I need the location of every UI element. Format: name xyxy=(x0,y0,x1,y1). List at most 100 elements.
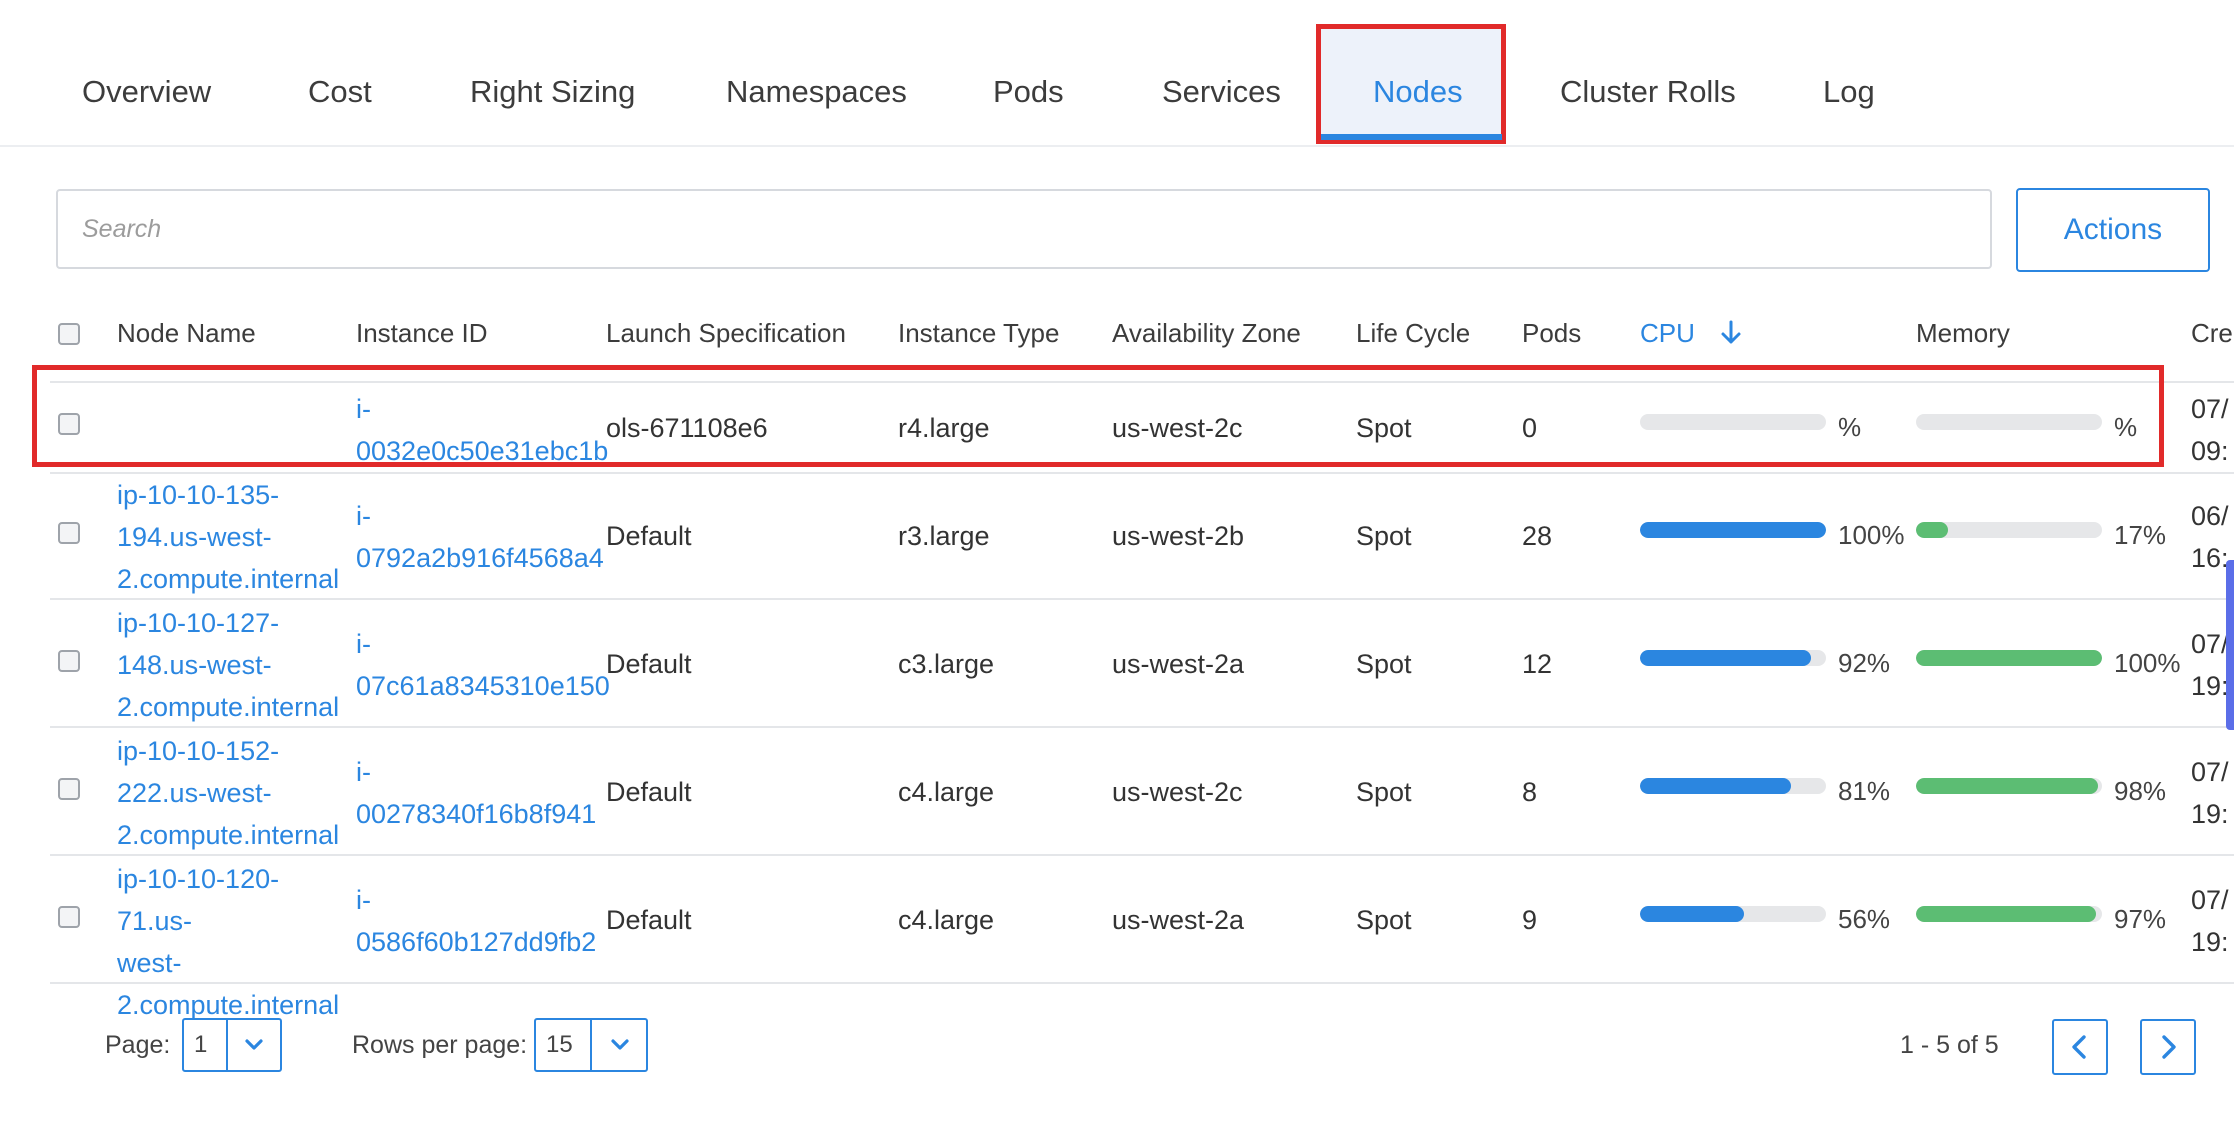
column-header-pods[interactable]: Pods xyxy=(1522,318,1581,349)
column-header-availability-zone[interactable]: Availability Zone xyxy=(1112,318,1301,349)
instance-type-cell: c4.large xyxy=(898,905,995,935)
tab-cluster-rolls[interactable]: Cluster Rolls xyxy=(1560,52,1736,132)
life-cycle-cell: Spot xyxy=(1356,905,1412,935)
pagination-range: 1 - 5 of 5 xyxy=(1900,1031,1999,1059)
page-select[interactable]: 1 xyxy=(182,1018,282,1072)
rows-per-page-select[interactable]: 15 xyxy=(534,1018,648,1072)
memory-percent: 17% xyxy=(2114,520,2167,550)
cpu-percent: 56% xyxy=(1838,904,1891,934)
node-name-link[interactable]: ip-10-10-152- 222.us-west- 2.compute.int… xyxy=(117,730,349,856)
previous-page-button[interactable] xyxy=(2052,1019,2108,1075)
column-header-created[interactable]: Cre xyxy=(2191,318,2233,349)
pods-cell: 28 xyxy=(1522,521,1553,551)
column-header-launch-spec[interactable]: Launch Specification xyxy=(606,318,846,349)
row-divider xyxy=(50,726,2234,728)
created-cell: 07/ 19: xyxy=(2191,757,2229,829)
tab-log[interactable]: Log xyxy=(1823,52,1875,132)
launch-spec-cell: Default xyxy=(606,905,692,935)
table-row[interactable]: ip-10-10-120-71.us- west- 2.compute.inte… xyxy=(0,858,2234,1020)
rows-per-page-label: Rows per page: xyxy=(352,1031,528,1059)
cpu-percent: 100% xyxy=(1838,520,1905,550)
actions-button[interactable]: Actions xyxy=(2016,188,2210,272)
page-label: Page: xyxy=(105,1031,171,1059)
table-row[interactable]: ip-10-10-135- 194.us-west- 2.compute.int… xyxy=(0,474,2234,600)
row-checkbox[interactable] xyxy=(58,906,80,928)
zone-cell: us-west-2a xyxy=(1112,649,1245,679)
memory-bar xyxy=(1916,650,2102,666)
instance-type-cell: c4.large xyxy=(898,777,995,807)
pods-cell: 8 xyxy=(1522,777,1538,807)
row-divider xyxy=(50,598,2234,600)
scrollbar-thumb[interactable] xyxy=(2226,560,2234,730)
row-divider xyxy=(50,982,2234,984)
tab-services[interactable]: Services xyxy=(1162,52,1281,132)
life-cycle-cell: Spot xyxy=(1356,649,1412,679)
column-header-cpu[interactable]: CPU xyxy=(1640,318,1742,349)
chevron-down-icon xyxy=(608,1020,632,1091)
life-cycle-cell: Spot xyxy=(1356,521,1412,551)
instance-type-cell: r3.large xyxy=(898,521,990,551)
instance-id-link[interactable]: i- 07c61a8345310e150 xyxy=(356,623,610,707)
created-cell: 07/ 09: xyxy=(2191,394,2229,466)
tab-nodes[interactable]: Nodes xyxy=(1373,52,1463,132)
active-tab-underline xyxy=(1321,134,1502,140)
cpu-percent: 81% xyxy=(1838,776,1891,806)
cpu-bar xyxy=(1640,778,1826,794)
cpu-bar xyxy=(1640,650,1826,666)
tab-overview[interactable]: Overview xyxy=(82,52,211,132)
select-all-checkbox[interactable] xyxy=(58,323,80,345)
node-name-link[interactable]: ip-10-10-135- 194.us-west- 2.compute.int… xyxy=(117,474,349,600)
column-header-life-cycle[interactable]: Life Cycle xyxy=(1356,318,1470,349)
created-cell: 07/ 19: xyxy=(2191,629,2229,701)
page-select-value: 1 xyxy=(194,1031,208,1058)
instance-type-cell: c3.large xyxy=(898,649,995,679)
next-page-button[interactable] xyxy=(2140,1019,2196,1075)
chevron-right-icon xyxy=(2162,1035,2176,1059)
column-header-instance-id[interactable]: Instance ID xyxy=(356,318,488,349)
tab-namespaces[interactable]: Namespaces xyxy=(726,52,907,132)
created-cell: 07/ 19: xyxy=(2191,885,2229,957)
column-header-memory[interactable]: Memory xyxy=(1916,318,2010,349)
selected-row-highlight xyxy=(32,365,2164,467)
memory-bar xyxy=(1916,522,2102,538)
select-separator xyxy=(226,1020,228,1070)
row-checkbox[interactable] xyxy=(58,778,80,800)
memory-bar xyxy=(1916,778,2102,794)
tab-pods[interactable]: Pods xyxy=(993,52,1064,132)
instance-id-link[interactable]: i- 00278340f16b8f941 xyxy=(356,751,596,835)
table-row[interactable]: ip-10-10-152- 222.us-west- 2.compute.int… xyxy=(0,730,2234,856)
select-separator xyxy=(590,1020,592,1070)
chevron-down-icon xyxy=(242,1020,266,1091)
memory-bar xyxy=(1916,906,2102,922)
memory-percent: 100% xyxy=(2114,648,2181,678)
row-divider xyxy=(50,854,2234,856)
instance-id-link[interactable]: i- 0792a2b916f4568a4 xyxy=(356,495,604,579)
node-name-link[interactable]: ip-10-10-127- 148.us-west- 2.compute.int… xyxy=(117,602,349,728)
pods-cell: 12 xyxy=(1522,649,1553,679)
zone-cell: us-west-2c xyxy=(1112,777,1243,807)
memory-percent: 97% xyxy=(2114,904,2167,934)
pods-cell: 9 xyxy=(1522,905,1538,935)
zone-cell: us-west-2a xyxy=(1112,905,1245,935)
zone-cell: us-west-2b xyxy=(1112,521,1245,551)
cpu-bar xyxy=(1640,522,1826,538)
node-name-link[interactable]: ip-10-10-120-71.us- west- 2.compute.inte… xyxy=(117,858,349,1026)
cpu-percent: 92% xyxy=(1838,648,1891,678)
column-header-node-name[interactable]: Node Name xyxy=(117,318,256,349)
cpu-bar xyxy=(1640,906,1826,922)
column-header-instance-type[interactable]: Instance Type xyxy=(898,318,1059,349)
column-header-cpu-label: CPU xyxy=(1640,318,1695,348)
launch-spec-cell: Default xyxy=(606,649,692,679)
instance-id-link[interactable]: i- 0586f60b127dd9fb2 xyxy=(356,879,596,963)
tab-right-sizing[interactable]: Right Sizing xyxy=(470,52,635,132)
arrow-down-icon xyxy=(1721,320,1741,344)
launch-spec-cell: Default xyxy=(606,777,692,807)
chevron-left-icon xyxy=(2072,1035,2086,1059)
tab-cost[interactable]: Cost xyxy=(308,52,372,132)
created-cell: 06/ 16: xyxy=(2191,501,2229,573)
table-row[interactable]: ip-10-10-127- 148.us-west- 2.compute.int… xyxy=(0,602,2234,728)
memory-percent: 98% xyxy=(2114,776,2167,806)
row-checkbox[interactable] xyxy=(58,650,80,672)
search-input[interactable] xyxy=(56,189,1992,269)
row-checkbox[interactable] xyxy=(58,522,80,544)
